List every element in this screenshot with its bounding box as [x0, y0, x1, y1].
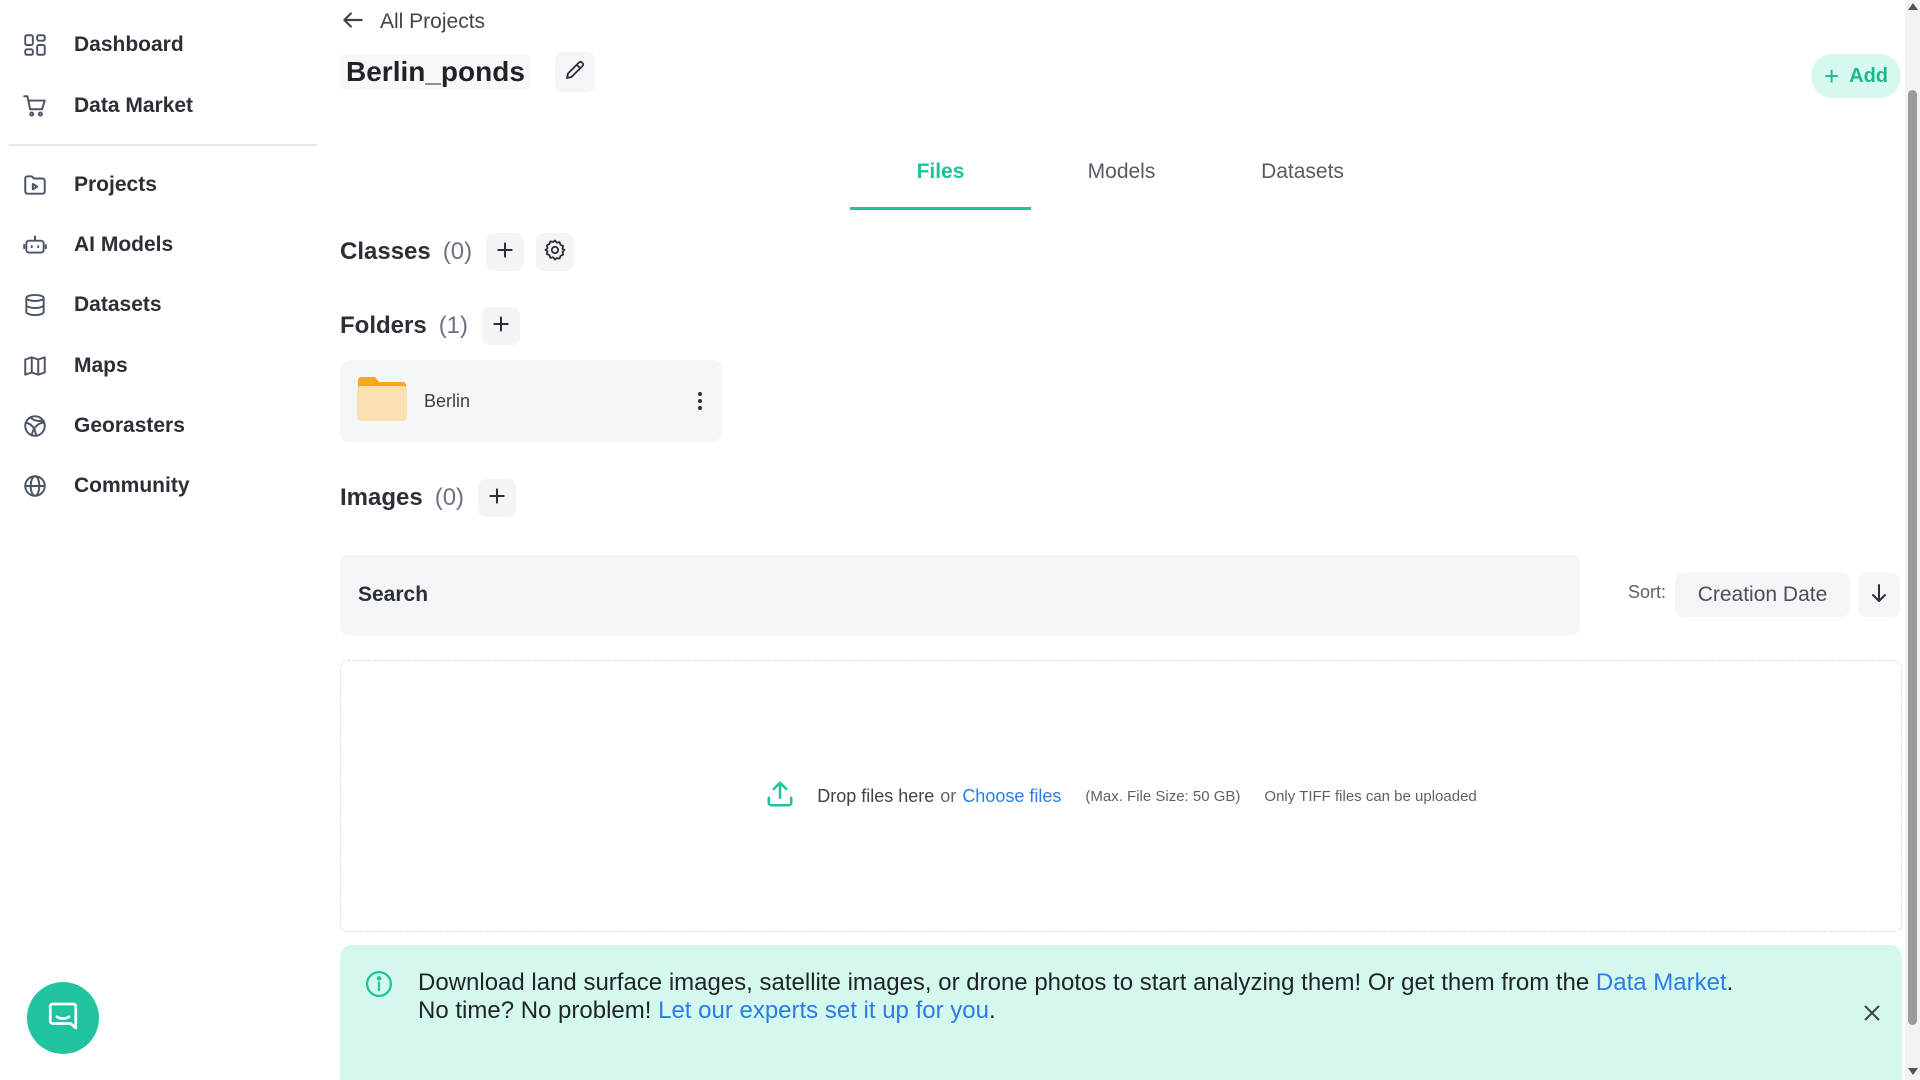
- add-folder-button[interactable]: [482, 307, 521, 345]
- plus-icon: +: [1823, 61, 1840, 91]
- banner-text-part: No time? No problem!: [418, 997, 659, 1024]
- plus-icon: [487, 486, 507, 511]
- chat-icon: [45, 998, 81, 1039]
- sort-direction-button[interactable]: [1858, 573, 1900, 617]
- tab-models[interactable]: Models: [1031, 150, 1212, 210]
- cart-icon: [21, 92, 49, 120]
- more-options-icon[interactable]: [690, 381, 710, 421]
- sidebar-item-label: Maps: [74, 354, 128, 377]
- sidebar-item-ai-models[interactable]: AI Models: [8, 219, 313, 271]
- add-image-button[interactable]: [478, 479, 517, 517]
- robot-icon: [21, 231, 49, 259]
- map-icon: [21, 352, 49, 380]
- sidebar-item-label: Data Market: [74, 94, 194, 117]
- banner-text-part: Download land surface images, satellite …: [418, 969, 1596, 996]
- sidebar-item-label: AI Models: [74, 233, 174, 256]
- dropzone-content: Drop files here or Choose files (Max. Fi…: [341, 661, 1901, 931]
- sidebar: Dashboard Data Market Projects AI Models…: [0, 0, 320, 1080]
- folder-name: Berlin: [424, 390, 471, 411]
- vertical-scrollbar[interactable]: [1905, 0, 1920, 1080]
- chat-launcher-button[interactable]: [27, 982, 99, 1054]
- scrollbar-thumb[interactable]: [1908, 90, 1917, 1025]
- data-market-link[interactable]: Data Market: [1596, 969, 1727, 996]
- choose-files-link[interactable]: Choose files: [962, 786, 1061, 807]
- folder-icon: [356, 376, 408, 427]
- add-button-label: Add: [1849, 64, 1889, 87]
- banner-text: Download land surface images, satellite …: [418, 969, 1778, 1025]
- close-icon[interactable]: [1858, 999, 1886, 1027]
- banner-text-part: .: [1726, 969, 1734, 996]
- info-icon: [364, 969, 394, 1004]
- images-section-header: Images (0): [340, 478, 517, 518]
- class-settings-button[interactable]: [536, 233, 575, 271]
- folders-section-header: Folders (1): [340, 306, 521, 346]
- classes-title: Classes: [340, 238, 431, 265]
- folders-title: Folders: [340, 312, 427, 339]
- back-link-label: All Projects: [380, 10, 486, 33]
- sidebar-item-label: Community: [74, 474, 190, 497]
- sidebar-item-label: Datasets: [74, 293, 162, 316]
- sidebar-item-data-market[interactable]: Data Market: [8, 80, 313, 132]
- sidebar-divider: [9, 144, 317, 146]
- project-folder-icon: [21, 171, 49, 199]
- sidebar-item-maps[interactable]: Maps: [8, 340, 313, 392]
- upload-icon[interactable]: [765, 779, 795, 814]
- experts-setup-link[interactable]: Let our experts set it up for you: [658, 997, 989, 1024]
- sidebar-item-label: Georasters: [74, 414, 185, 437]
- banner-text-part: .: [988, 997, 996, 1024]
- sort-select[interactable]: Creation Date: [1675, 573, 1850, 617]
- tab-files[interactable]: Files: [850, 150, 1031, 210]
- edit-title-button[interactable]: [554, 52, 595, 92]
- scroll-up-arrow-icon[interactable]: [1908, 3, 1918, 10]
- add-class-button[interactable]: [486, 233, 525, 271]
- or-text: or: [940, 785, 957, 806]
- arrow-left-icon: [340, 7, 366, 38]
- back-to-projects-link[interactable]: All Projects: [340, 8, 485, 36]
- globe-grid-icon: [21, 412, 49, 440]
- info-banner: Download land surface images, satellite …: [340, 945, 1902, 1080]
- sidebar-item-community[interactable]: Community: [8, 460, 313, 512]
- sidebar-item-projects[interactable]: Projects: [8, 159, 313, 211]
- database-icon: [21, 291, 49, 319]
- sidebar-item-label: Dashboard: [74, 33, 184, 56]
- images-count: (0): [434, 484, 465, 511]
- sidebar-item-datasets[interactable]: Datasets: [8, 279, 313, 331]
- classes-section-header: Classes (0): [340, 232, 575, 272]
- project-title-row: Berlin_ponds: [340, 52, 595, 92]
- images-title: Images: [340, 484, 423, 511]
- dashboard-icon: [21, 31, 49, 59]
- tab-datasets[interactable]: Datasets: [1212, 150, 1393, 210]
- folder-card-berlin[interactable]: Berlin: [340, 360, 722, 442]
- folders-count: (1): [438, 312, 469, 339]
- scroll-down-arrow-icon[interactable]: [1908, 1068, 1918, 1075]
- add-button[interactable]: + Add: [1811, 54, 1901, 98]
- sidebar-item-dashboard[interactable]: Dashboard: [8, 19, 313, 71]
- globe-icon: [21, 472, 49, 500]
- gear-icon: [543, 238, 567, 267]
- sidebar-item-georasters[interactable]: Georasters: [8, 400, 313, 452]
- sidebar-item-label: Projects: [74, 173, 157, 196]
- max-file-size-text: (Max. File Size: 50 GB): [1085, 787, 1241, 805]
- pencil-icon: [563, 58, 587, 87]
- search-input[interactable]: [340, 555, 1580, 635]
- main-content: All Projects Berlin_ponds + Add Files Mo…: [320, 0, 1902, 1080]
- sort-label: Sort:: [1628, 582, 1667, 602]
- plus-icon: [495, 240, 515, 265]
- file-dropzone[interactable]: Drop files here or Choose files (Max. Fi…: [340, 660, 1902, 932]
- file-type-note: Only TIFF files can be uploaded: [1264, 787, 1477, 805]
- plus-icon: [491, 314, 511, 339]
- arrow-down-icon: [1867, 581, 1891, 610]
- project-title: Berlin_ponds: [340, 54, 531, 90]
- drop-files-text: Drop files here: [817, 785, 935, 806]
- classes-count: (0): [442, 238, 473, 265]
